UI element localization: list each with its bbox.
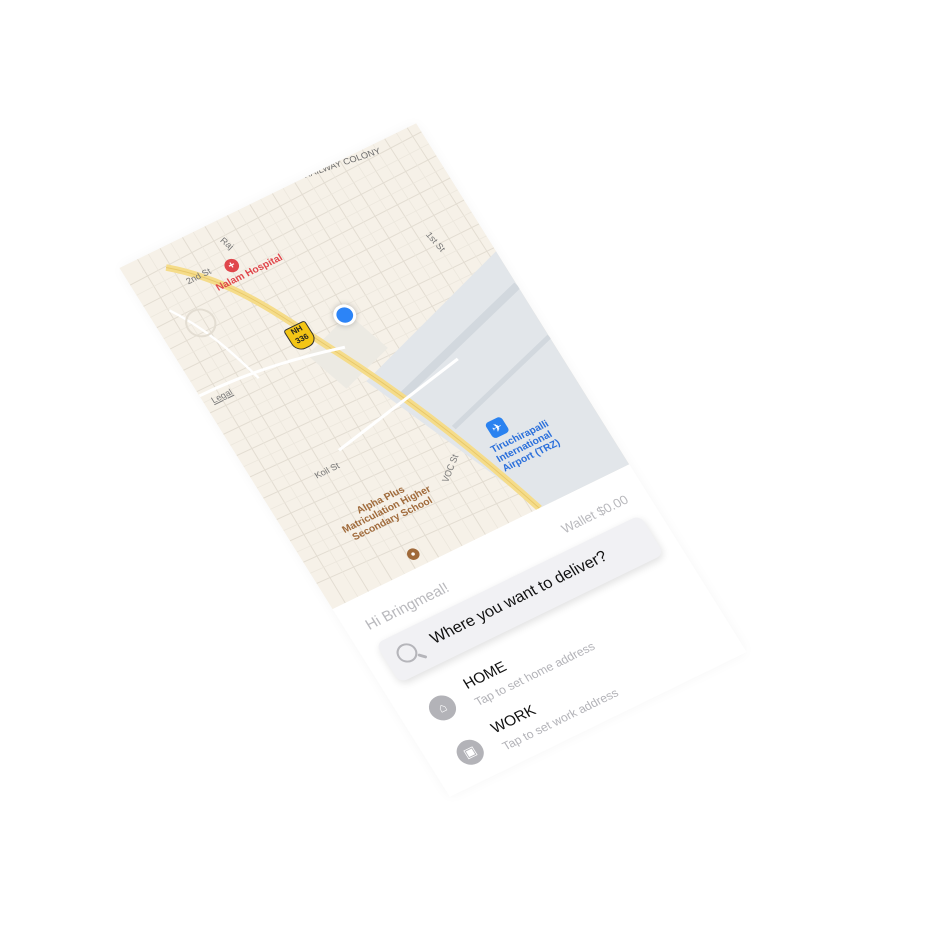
screenshot-stage: RAILWAY COLONY 2nd St Raj + Nalam Hospit… (0, 0, 940, 940)
briefcase-icon: ▣ (451, 735, 489, 770)
home-icon: ⌂ (423, 691, 462, 725)
phone-screen: RAILWAY COLONY 2nd St Raj + Nalam Hospit… (119, 123, 747, 797)
search-icon (392, 640, 422, 666)
